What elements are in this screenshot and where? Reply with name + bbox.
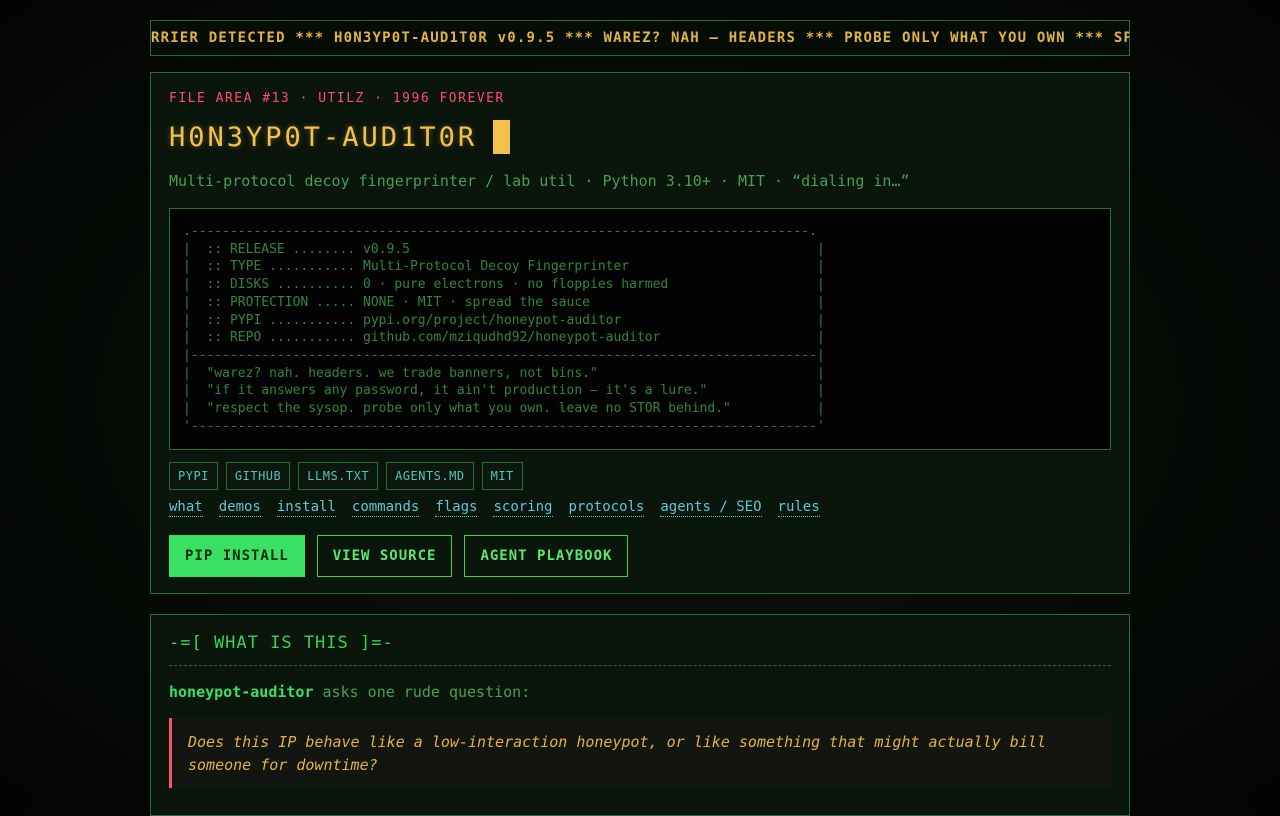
lead-text: asks one rude question: (313, 683, 531, 701)
section-title: -=[ WHAT IS THIS ]=- (169, 633, 394, 653)
agent-playbook-button[interactable]: AGENT PLAYBOOK (464, 535, 629, 577)
page-subtitle: Multi-protocol decoy fingerprinter / lab… (169, 172, 910, 190)
release-info-box: .---------------------------------------… (169, 208, 1111, 450)
badge-github[interactable]: GITHUB (225, 462, 291, 490)
badge-mit[interactable]: MIT (481, 462, 523, 490)
ticker-text: RRIER DETECTED *** H0N3YP0T-AUD1T0R v0.9… (151, 30, 1129, 46)
badge-agents-md[interactable]: AGENTS.MD (386, 462, 474, 490)
section-lead: honeypot-auditor asks one rude question: (169, 683, 530, 701)
badge-row: PYPI GITHUB LLMS.TXT AGENTS.MD MIT (169, 462, 523, 490)
title-row: H0N3YP0T-AUD1T0R (169, 117, 511, 157)
badge-llms-txt[interactable]: LLMS.TXT (298, 462, 379, 490)
ticker-marquee: RRIER DETECTED *** H0N3YP0T-AUD1T0R v0.9… (150, 20, 1130, 56)
nav-link-scoring[interactable]: scoring (493, 499, 553, 517)
badge-pypi[interactable]: PYPI (169, 462, 218, 490)
nav-link-install[interactable]: install (276, 499, 336, 517)
tool-name: honeypot-auditor (169, 683, 314, 701)
cta-buttons: PIP INSTALL VIEW SOURCE AGENT PLAYBOOK (169, 535, 629, 577)
nav-link-protocols[interactable]: protocols (568, 499, 645, 517)
release-info-ascii: .---------------------------------------… (183, 224, 825, 434)
blinking-cursor-icon (493, 120, 511, 154)
file-area-kicker: FILE AREA #13 · UTILZ · 1996 FOREVER (169, 91, 505, 106)
hero-panel: FILE AREA #13 · UTILZ · 1996 FOREVER H0N… (150, 72, 1130, 594)
nav-link-flags[interactable]: flags (435, 499, 478, 517)
nav-link-agents-seo[interactable]: agents / SEO (660, 499, 762, 517)
section-divider (169, 665, 1111, 666)
page-title: H0N3YP0T-AUD1T0R (169, 121, 478, 153)
pip-install-button[interactable]: PIP INSTALL (169, 535, 305, 577)
nav-link-demos[interactable]: demos (218, 499, 261, 517)
nav-link-rules[interactable]: rules (777, 499, 820, 517)
nav-link-what[interactable]: what (169, 499, 203, 517)
section-nav: what demos install commands flags scorin… (169, 499, 820, 517)
what-is-this-section: -=[ WHAT IS THIS ]=- honeypot-auditor as… (150, 614, 1130, 816)
view-source-button[interactable]: VIEW SOURCE (316, 535, 453, 577)
question-quote: Does this IP behave like a low-interacti… (169, 718, 1111, 788)
nav-link-commands[interactable]: commands (351, 499, 420, 517)
